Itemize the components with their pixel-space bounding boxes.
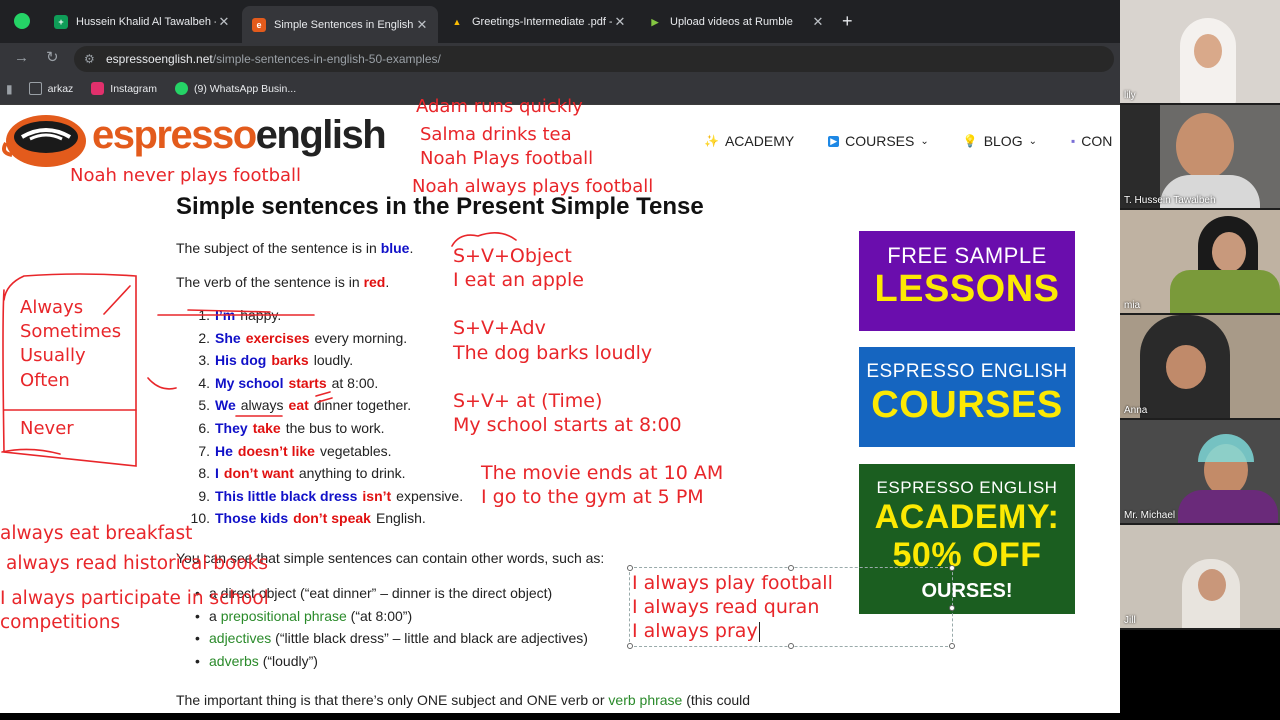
chevron-down-icon: ⌄	[920, 135, 929, 147]
bookmarks-bar: ▮ arkaz Instagram (9) WhatsApp Busin...	[0, 73, 1120, 105]
participants-panel: lily T. Hussein Tawalbeh mia Anna Mr. Mi…	[1120, 0, 1280, 630]
tab-title: Hussein Khalid Al Tawalbeh - G	[76, 16, 216, 28]
site-logo[interactable]: espressoenglish	[92, 113, 387, 158]
example-sentence: 3. His dog barks loudly.	[198, 352, 354, 369]
participant-tile[interactable]: mia	[1120, 210, 1280, 313]
nav-academy[interactable]: ✨ ACADEMY	[704, 133, 794, 149]
address-bar[interactable]: ⚙ espressoenglish.net/simple-sentences-i…	[74, 46, 1114, 72]
participant-tile[interactable]: Jill	[1120, 525, 1280, 628]
bullet-item: adjectives (“little black dress” – littl…	[195, 630, 588, 653]
whatsapp-icon	[174, 82, 188, 95]
tab-title: Greetings-Intermediate .pdf - G	[472, 16, 612, 28]
face	[1166, 345, 1206, 389]
close-icon[interactable]: ✕	[810, 14, 826, 30]
tab-title: Simple Sentences in English: 50	[274, 18, 414, 31]
example-sentence: 2. She exercises every morning.	[198, 329, 408, 346]
academy-banner[interactable]: ESPRESSO ENGLISH ACADEMY: 50% OFF OURSES…	[859, 464, 1075, 614]
bullet-list: a direct object (“eat dinner” – dinner i…	[195, 585, 588, 676]
nav-contact[interactable]: ▪ CON	[1071, 133, 1112, 149]
examples-list: 1. I’m happy. 2. She exercises every morning. 3…	[186, 307, 464, 533]
folder-icon	[28, 82, 42, 95]
other-words-text: You can see that simple sentences can co…	[176, 550, 605, 566]
bookmark-whatsapp[interactable]: (9) WhatsApp Busin...	[174, 82, 296, 95]
example-sentence: 5. We always eat dinner together.	[198, 397, 412, 414]
new-tab-button[interactable]: +	[842, 12, 853, 30]
bullet-item: adverbs (“loudly”)	[195, 653, 588, 676]
verb-explanation: The verb of the sentence is in red.	[176, 274, 390, 290]
example-sentence: 8. Idon’t want anything to drink.	[198, 465, 406, 482]
forward-icon[interactable]: →	[14, 48, 29, 68]
tab-simple-sentences[interactable]: e Simple Sentences in English: 50 ✕	[242, 6, 438, 43]
participant-tile[interactable]: Anna	[1120, 315, 1280, 418]
whatsapp-pinned-tab[interactable]	[14, 13, 30, 29]
bookmark-instagram[interactable]: Instagram	[91, 82, 157, 95]
play-icon: ▶	[828, 135, 840, 147]
article-title: Simple sentences in the Present Simple T…	[176, 193, 704, 220]
close-icon[interactable]: ✕	[216, 14, 232, 30]
participant-tile[interactable]: T. Hussein Tawalbeh	[1120, 105, 1280, 208]
subject-explanation: The subject of the sentence is in blue.	[176, 240, 414, 256]
participant-tile[interactable]: lily	[1120, 0, 1280, 103]
courses-banner[interactable]: ESPRESSO ENGLISH COURSES	[859, 347, 1075, 447]
site-nav: ✨ ACADEMY ▶ COURSES ⌄ 💡 BLOG ⌄ ▪ CON	[704, 133, 1120, 149]
espresso-icon: e	[252, 17, 266, 32]
drive-icon: ▲	[452, 17, 462, 27]
face	[1198, 569, 1226, 601]
tab-title: Upload videos at Rumble	[670, 16, 793, 28]
bullet-item: a prepositional phrase (“at 8:00”)	[195, 608, 588, 631]
close-icon[interactable]: ✕	[612, 14, 628, 30]
apps-icon[interactable]: ▮	[6, 79, 13, 99]
site-info-icon[interactable]: ⚙	[84, 53, 96, 65]
lightbulb-icon: 💡	[962, 134, 978, 148]
browser-toolbar: → ↻ ⚙ espressoenglish.net/simple-sentenc…	[0, 43, 1120, 73]
face	[1212, 232, 1246, 272]
tab-strip: + Hussein Khalid Al Tawalbeh - G ✕ e Sim…	[0, 0, 1120, 43]
reload-icon[interactable]: ↻	[46, 48, 59, 68]
rumble-icon: ▶	[651, 16, 659, 27]
face	[1194, 34, 1222, 68]
example-sentence: 1. I’m happy.	[198, 307, 282, 323]
example-sentence: 9. This little black dress isn’t expensive.	[198, 487, 464, 504]
nav-courses[interactable]: ▶ COURSES ⌄	[828, 133, 929, 149]
background-object	[1120, 105, 1160, 208]
sheets-icon: +	[54, 15, 68, 29]
shirt	[1178, 490, 1278, 523]
close-icon[interactable]: ✕	[414, 17, 430, 33]
tab-rumble[interactable]: ▶ Upload videos at Rumble ✕	[638, 8, 834, 36]
contact-icon: ▪	[1070, 134, 1076, 148]
instagram-icon	[91, 82, 105, 95]
face	[1176, 113, 1234, 179]
panel-filler	[1120, 630, 1280, 720]
shirt	[1170, 270, 1280, 313]
example-sentence: 4. My school starts at 8:00.	[198, 374, 379, 391]
bottom-paragraph: The important thing is that there’s only…	[176, 692, 751, 708]
sparkle-icon: ✨	[704, 134, 719, 148]
web-page: espressoenglish ✨ ACADEMY ▶ COURSES ⌄ 💡 …	[0, 105, 1120, 713]
tab-hussein[interactable]: + Hussein Khalid Al Tawalbeh - G ✕	[44, 8, 240, 36]
tab-greetings-pdf[interactable]: ▲ Greetings-Intermediate .pdf - G ✕	[440, 8, 636, 36]
bullet-item: a direct object (“eat dinner” – dinner i…	[195, 585, 588, 608]
example-sentence: 6. They take the bus to work.	[198, 419, 385, 436]
free-sample-lessons-banner[interactable]: FREE SAMPLE LESSONS	[859, 231, 1075, 331]
participant-tile[interactable]: Mr. Michael	[1120, 420, 1280, 523]
bookmark-arkaz[interactable]: arkaz	[28, 82, 73, 95]
bottom-bar	[0, 713, 1280, 720]
example-sentence: 10. Those kids don’t speak English.	[190, 510, 426, 527]
espresso-cup-logo-icon[interactable]	[2, 113, 88, 173]
chevron-down-icon: ⌄	[1028, 135, 1037, 147]
nav-blog[interactable]: 💡 BLOG ⌄	[963, 133, 1037, 149]
example-sentence: 7. He doesn’t like vegetables.	[198, 442, 392, 459]
url-text: espressoenglish.net/simple-sentences-in-…	[106, 52, 441, 66]
